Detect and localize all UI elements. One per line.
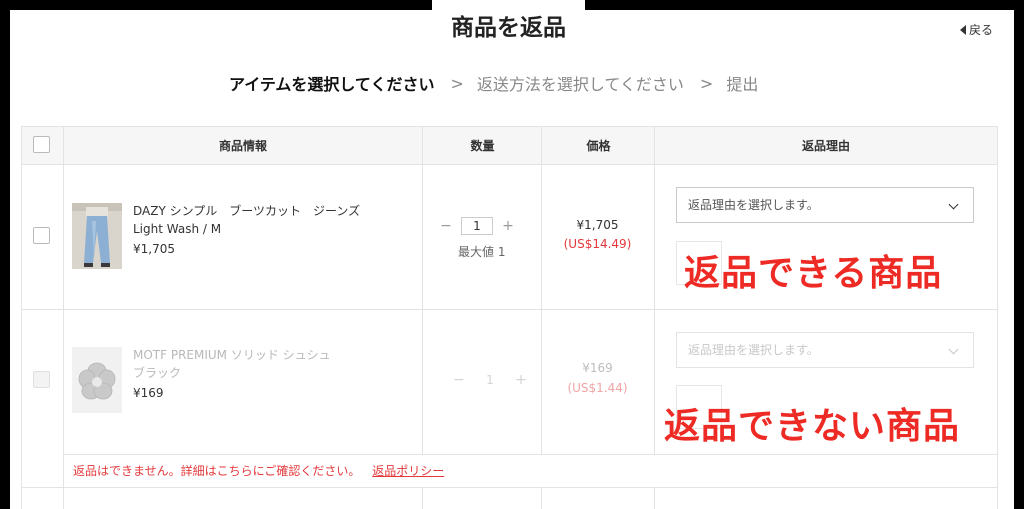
step-separator: > bbox=[699, 73, 714, 93]
divider bbox=[63, 454, 997, 455]
row-checkbox-disabled bbox=[33, 371, 50, 388]
quantity-stepper: − 1 + bbox=[439, 217, 515, 235]
return-reason-select-disabled: 返品理由を選択します。 bbox=[676, 332, 974, 368]
increment-button[interactable]: + bbox=[501, 218, 515, 234]
divider bbox=[422, 488, 423, 509]
price-jpy: ¥1,705 bbox=[576, 218, 619, 232]
product-name[interactable]: MOTF PREMIUM ソリッド シュシュ ブラック bbox=[133, 346, 331, 382]
annotation-returnable: 返品できる商品 bbox=[684, 253, 943, 294]
back-arrow-icon bbox=[960, 24, 966, 35]
divider bbox=[63, 127, 64, 509]
price-usd: (US$1.44) bbox=[567, 381, 628, 395]
notice-text: 返品はできません。詳細はこちらにご確認ください。 bbox=[73, 464, 361, 478]
decrement-button: − bbox=[453, 372, 465, 388]
return-items-table: 商品情報 数量 価格 返品理由 bbox=[21, 126, 998, 509]
select-all-checkbox[interactable] bbox=[33, 136, 50, 153]
product-image-scrunchie bbox=[72, 347, 122, 413]
step-indicator: アイテムを選択してください > 返送方法を選択してください > 提出 bbox=[229, 71, 758, 95]
divider bbox=[541, 488, 542, 509]
page-title: 商品を返品 bbox=[451, 15, 566, 41]
product-price: ¥1,705 bbox=[133, 242, 175, 256]
step-select-items: アイテムを選択してください bbox=[229, 75, 435, 94]
annotation-not-returnable: 返品できない商品 bbox=[664, 406, 961, 447]
chevron-down-icon bbox=[948, 344, 959, 355]
step-select-return-method: 返送方法を選択してください bbox=[476, 75, 684, 94]
product-image-jeans bbox=[72, 203, 122, 269]
price-jpy: ¥169 bbox=[582, 361, 613, 375]
product-name[interactable]: DAZY シンプル ブーツカット ジーンズ Light Wash / M bbox=[133, 202, 360, 238]
divider bbox=[422, 127, 423, 454]
col-product-info: 商品情報 bbox=[218, 139, 267, 153]
step-submit: 提出 bbox=[726, 75, 759, 94]
select-placeholder: 返品理由を選択します。 bbox=[688, 198, 819, 212]
max-quantity-label: 最大値 1 bbox=[458, 245, 506, 259]
return-reason-select[interactable]: 返品理由を選択します。 bbox=[676, 187, 974, 223]
increment-button: + bbox=[515, 372, 527, 388]
divider bbox=[22, 487, 997, 488]
decrement-button[interactable]: − bbox=[439, 218, 453, 234]
return-policy-link[interactable]: 返品ポリシー bbox=[372, 464, 444, 478]
divider bbox=[654, 488, 655, 509]
back-label: 戻る bbox=[969, 23, 994, 37]
col-quantity: 数量 bbox=[470, 139, 495, 153]
table-header: 商品情報 数量 価格 返品理由 bbox=[22, 127, 997, 165]
row-checkbox[interactable] bbox=[33, 227, 50, 244]
divider bbox=[22, 309, 997, 310]
divider bbox=[541, 127, 542, 454]
return-notice: 返品はできません。詳細はこちらにご確認ください。 返品ポリシー bbox=[73, 462, 444, 479]
chevron-down-icon bbox=[948, 199, 959, 210]
quantity-stepper-disabled: − 1 + bbox=[452, 372, 528, 388]
price-usd: (US$14.49) bbox=[563, 237, 632, 251]
quantity-value: 1 bbox=[486, 373, 494, 387]
select-placeholder: 返品理由を選択します。 bbox=[688, 343, 819, 357]
step-separator: > bbox=[450, 73, 464, 93]
col-return-reason: 返品理由 bbox=[801, 139, 850, 153]
col-price: 価格 bbox=[586, 139, 611, 153]
quantity-input[interactable]: 1 bbox=[461, 217, 493, 235]
divider bbox=[654, 127, 655, 454]
product-price: ¥169 bbox=[133, 386, 164, 400]
back-button[interactable]: 戻る bbox=[960, 21, 993, 38]
